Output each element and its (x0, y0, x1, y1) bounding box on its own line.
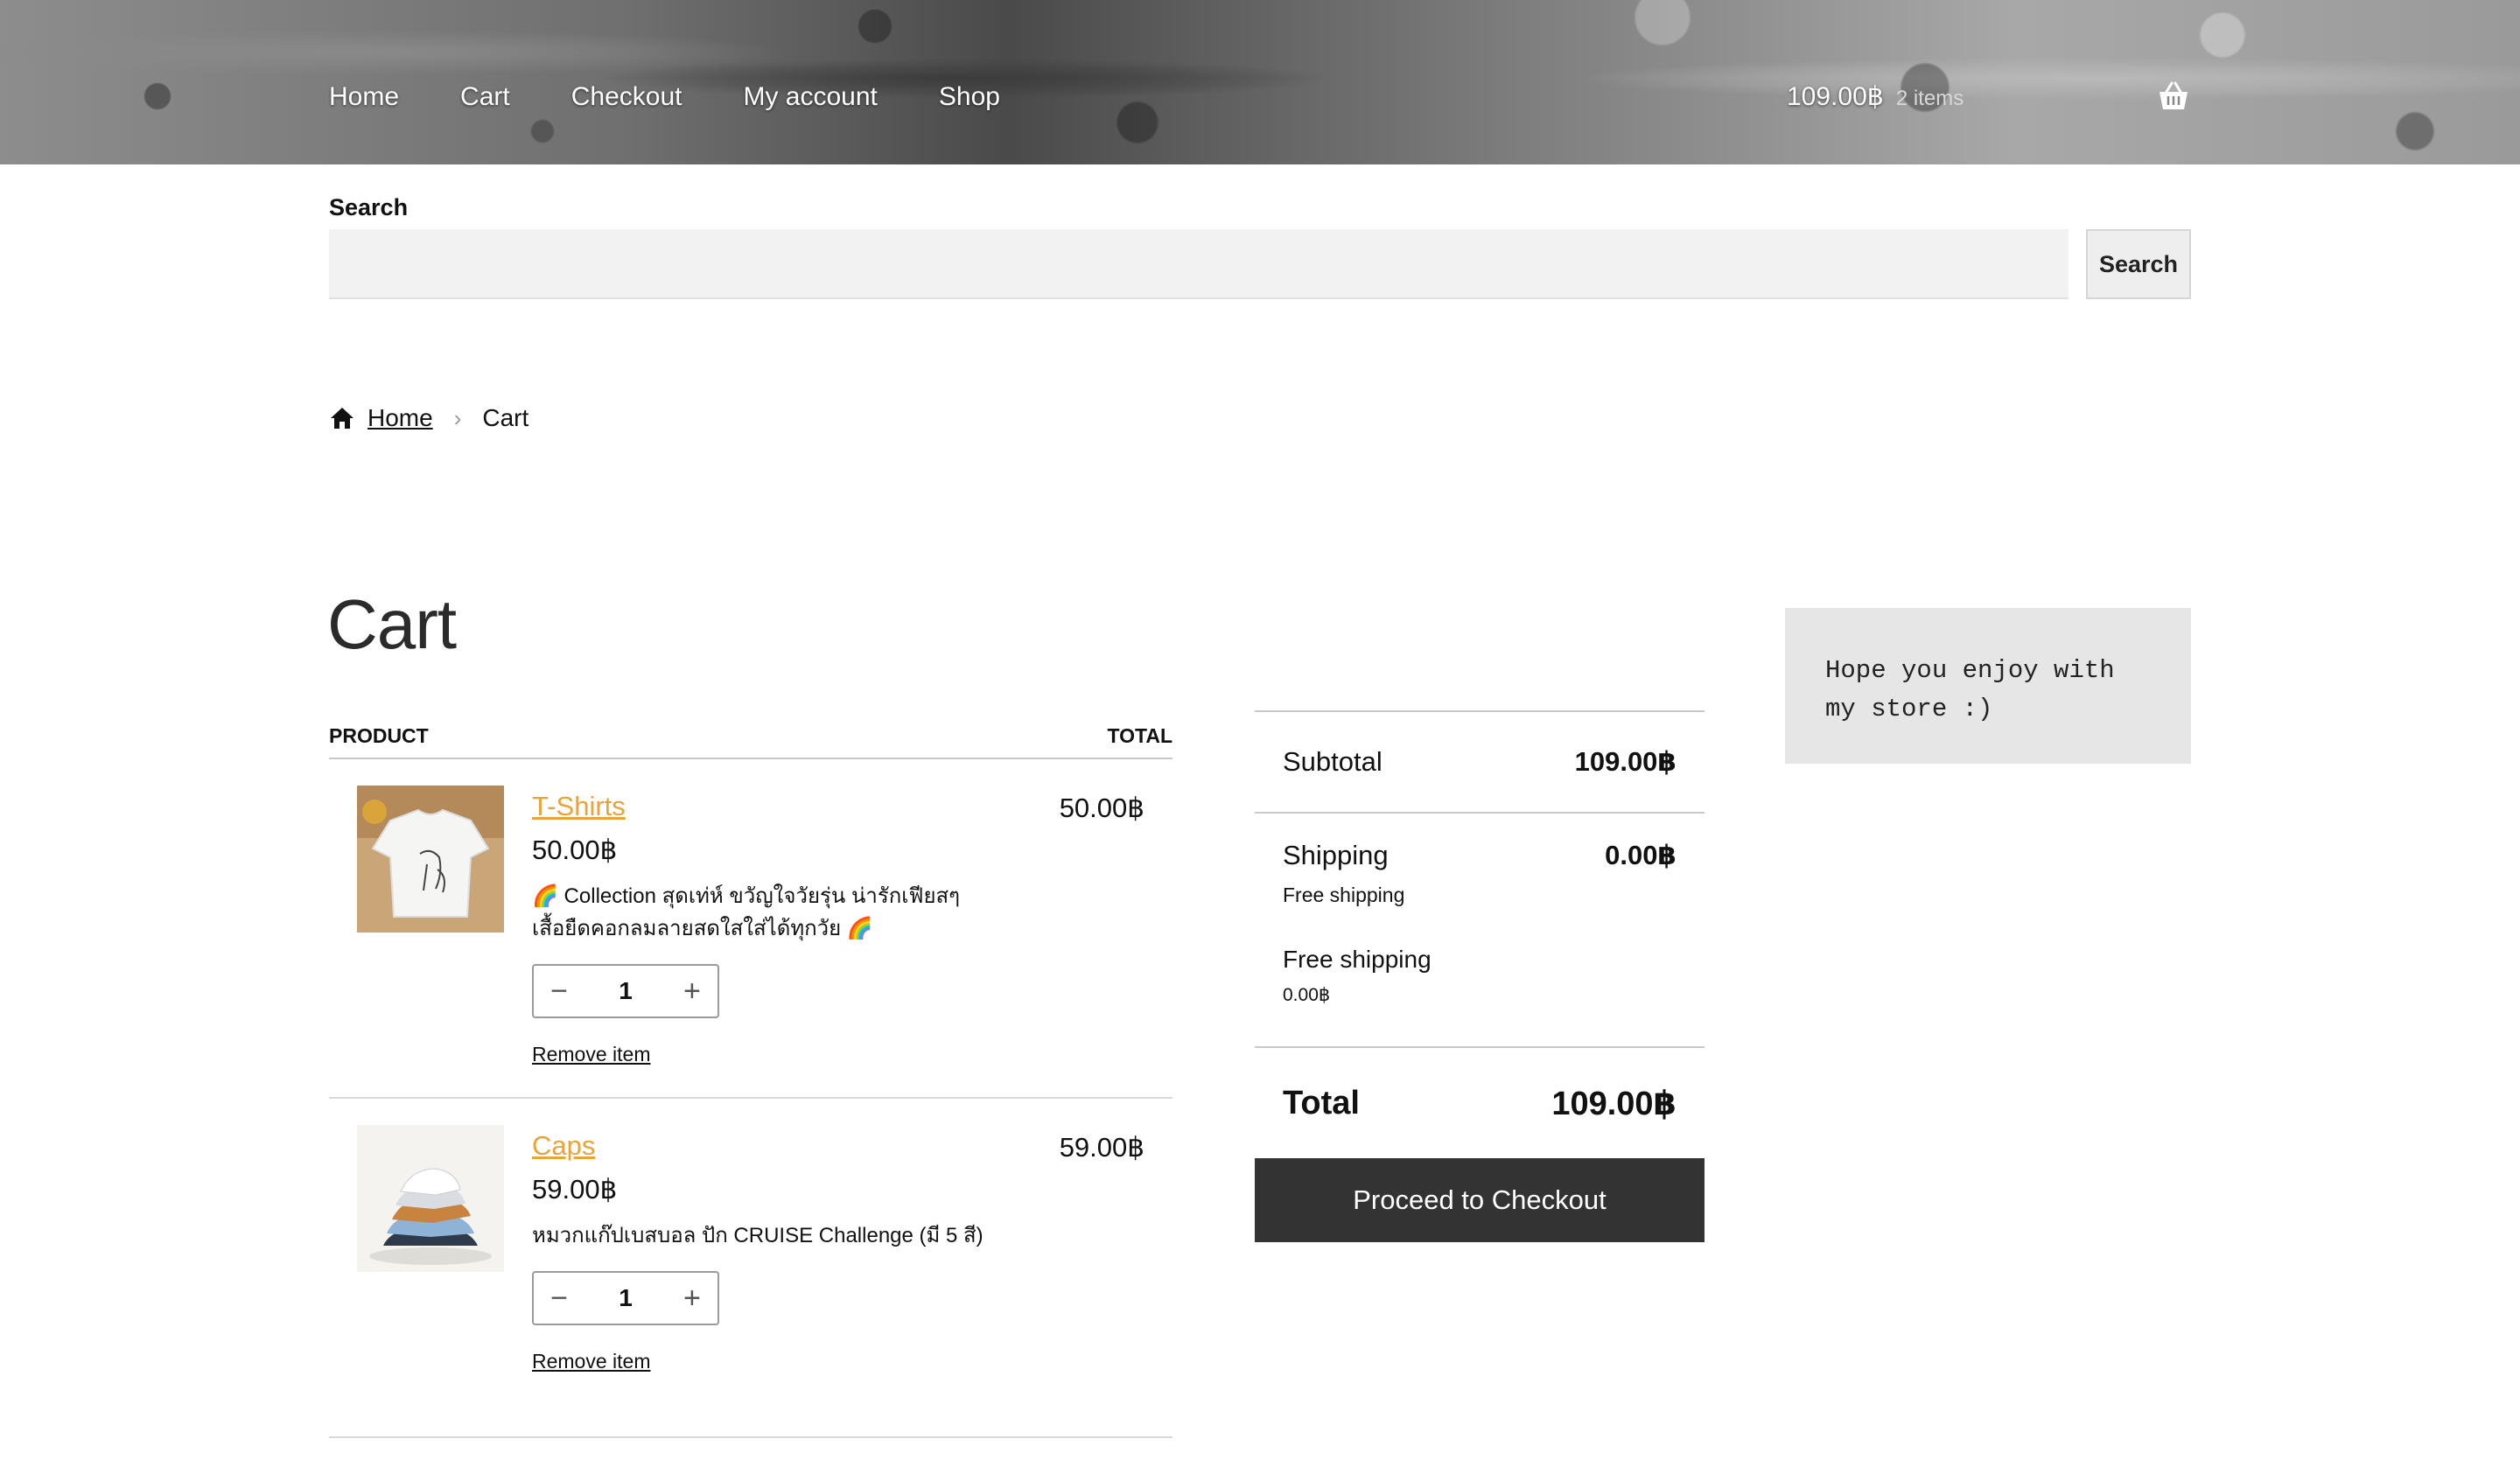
total-row: Total 109.00฿ (1255, 1048, 1704, 1158)
product-price: 59.00฿ (532, 1174, 618, 1205)
quantity-stepper[interactable]: − 1 + (532, 1271, 719, 1325)
product-link-caps[interactable]: Caps (532, 1130, 987, 1162)
proceed-to-checkout-button[interactable]: Proceed to Checkout (1255, 1158, 1704, 1242)
nav-checkout[interactable]: Checkout (571, 77, 682, 117)
minus-icon[interactable]: − (546, 1283, 572, 1313)
plus-icon[interactable]: + (679, 1283, 705, 1313)
plus-icon[interactable]: + (679, 976, 705, 1006)
cart-item-info: Caps 59.00฿ หมวกแก๊ปเบสบอล ปัก CRUISE Ch… (532, 1130, 987, 1373)
search-label: Search (329, 194, 409, 220)
quantity-value[interactable]: 1 (619, 1284, 633, 1312)
header-cart-amount: 109.00฿ (1787, 82, 1884, 111)
nav-cart[interactable]: Cart (460, 77, 510, 117)
breadcrumb-home-link[interactable]: Home (368, 404, 433, 432)
search-input[interactable] (329, 229, 2068, 299)
product-thumbnail-tshirt[interactable] (357, 786, 504, 933)
nav-my-account[interactable]: My account (743, 77, 877, 117)
cart-totals: Subtotal 109.00฿ Shipping 0.00฿ Free shi… (1255, 710, 1704, 1242)
shipping-method: Free shipping (1283, 946, 1432, 973)
subtotal-row: Subtotal 109.00฿ (1255, 712, 1704, 812)
line-total: 59.00฿ (1059, 1132, 1144, 1163)
product-link-tshirts[interactable]: T-Shirts (532, 791, 987, 822)
breadcrumb-current: Cart (482, 404, 529, 431)
minus-icon[interactable]: − (546, 976, 572, 1006)
breadcrumb: Home › Cart (329, 404, 528, 432)
line-total: 50.00฿ (1059, 793, 1144, 823)
shipping-label: Shipping (1283, 840, 1389, 870)
cart-table-header: PRODUCT TOTAL (329, 717, 1172, 759)
shipping-value: 0.00฿ (1605, 840, 1676, 870)
column-header-product: PRODUCT (329, 724, 429, 747)
primary-nav: Home Cart Checkout My account Shop (329, 77, 1000, 117)
product-description: 🌈 Collection สุดเท่ห์ ขวัญใจวัยรุ่น น่าร… (532, 884, 961, 940)
header-cart-count: 2 items (1895, 87, 1964, 110)
column-header-total: TOTAL (1107, 724, 1172, 747)
cart-table: PRODUCT TOTAL T-Shirts 50.00฿ 🌈 Collecti… (329, 717, 1172, 1438)
product-price: 50.00฿ (532, 835, 618, 865)
total-label: Total (1283, 1084, 1360, 1121)
remove-item-link[interactable]: Remove item (532, 1043, 987, 1066)
cart-item-row: Caps 59.00฿ หมวกแก๊ปเบสบอล ปัก CRUISE Ch… (329, 1099, 1172, 1438)
basket-icon[interactable] (2156, 80, 2191, 112)
product-thumbnail-caps[interactable] (357, 1125, 504, 1272)
sidebar-note: Hope you enjoy with my store :) (1785, 608, 2191, 764)
page-title: Cart (327, 585, 457, 663)
shipping-note: Free shipping (1283, 884, 1405, 906)
quantity-stepper[interactable]: − 1 + (532, 964, 719, 1018)
subtotal-value: 109.00฿ (1574, 746, 1676, 777)
home-icon (331, 408, 354, 429)
quantity-value[interactable]: 1 (619, 977, 633, 1005)
nav-home[interactable]: Home (329, 77, 399, 117)
cart-item-row: T-Shirts 50.00฿ 🌈 Collection สุดเท่ห์ ขว… (329, 759, 1172, 1099)
header-cart-link[interactable]: 109.00฿ 2 items (1787, 77, 1964, 119)
nav-shop[interactable]: Shop (939, 77, 1000, 117)
shipping-method-price: 0.00฿ (1283, 985, 1331, 1005)
cart-item-info: T-Shirts 50.00฿ 🌈 Collection สุดเท่ห์ ขว… (532, 791, 987, 1066)
total-value: 109.00฿ (1551, 1085, 1676, 1122)
product-description: หมวกแก๊ปเบสบอล ปัก CRUISE Challenge (มี … (532, 1224, 984, 1247)
breadcrumb-separator-icon: › (453, 404, 462, 431)
remove-item-link[interactable]: Remove item (532, 1350, 987, 1373)
site-header: Home Cart Checkout My account Shop 109.0… (0, 0, 2520, 164)
search-button[interactable]: Search (2086, 229, 2191, 299)
subtotal-label: Subtotal (1283, 746, 1382, 777)
shipping-row: Shipping 0.00฿ Free shipping Free shippi… (1255, 814, 1704, 1046)
